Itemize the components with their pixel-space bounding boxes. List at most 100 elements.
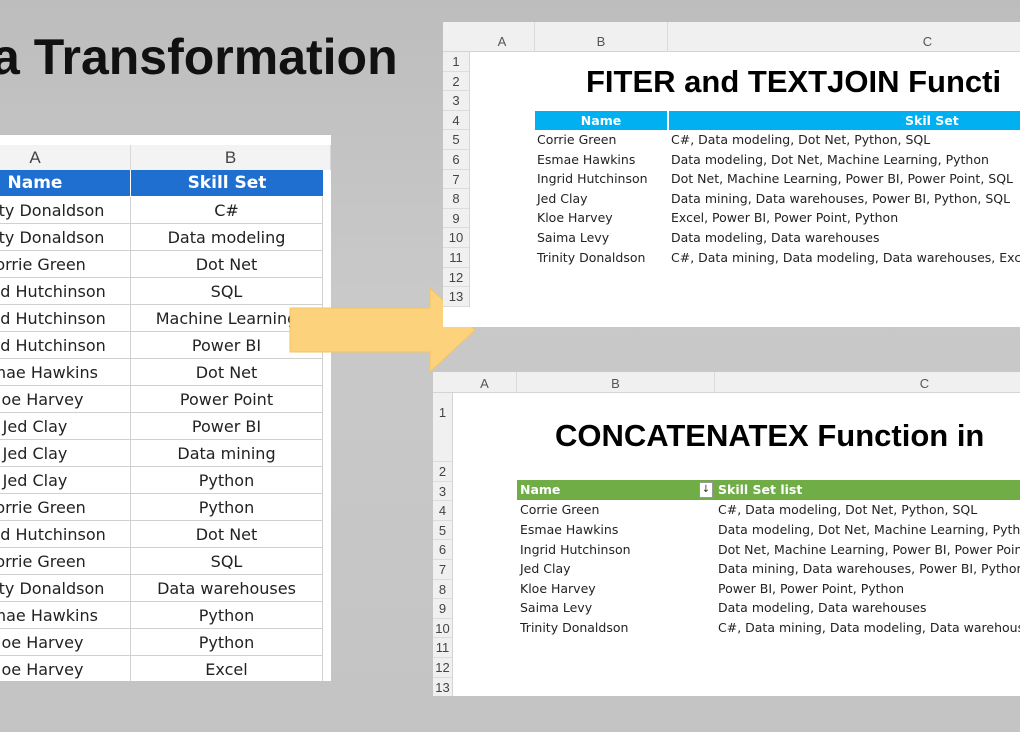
column-header-b[interactable]: B (131, 145, 331, 170)
cell-skills[interactable]: Data modeling, Dot Net, Machine Learning… (671, 150, 989, 170)
cell-skills[interactable]: Data mining, Data warehouses, Power BI, … (671, 189, 1010, 209)
cell-skills[interactable]: Excel, Power BI, Power Point, Python (671, 208, 898, 228)
cell-name[interactable]: Kloe Harvey (0, 386, 131, 413)
cell-skills[interactable]: Data modeling, Data warehouses (671, 228, 879, 248)
column-header-c[interactable]: C (715, 372, 1020, 393)
cell-name[interactable]: Saima Levy (520, 598, 592, 618)
column-header-a[interactable]: A (0, 145, 131, 170)
row-number[interactable]: 7 (443, 169, 470, 190)
row-number[interactable]: 6 (433, 540, 453, 560)
cell-skills[interactable]: C#, Data mining, Data modeling, Data war… (671, 248, 1020, 268)
cell-name[interactable]: Jed Clay (0, 440, 131, 467)
column-header-c[interactable]: C (668, 22, 1020, 52)
cell-name[interactable]: Trinity Donaldson (537, 248, 645, 268)
cell-name[interactable]: Esmae Hawkins (0, 359, 131, 386)
cell-skills[interactable]: Power BI, Power Point, Python (718, 579, 904, 599)
cell-name[interactable]: Jed Clay (0, 467, 131, 494)
cell-name[interactable]: Ingrid Hutchinson (0, 332, 131, 359)
row-number[interactable]: 2 (433, 462, 453, 482)
cell-name[interactable]: Ingrid Hutchinson (0, 521, 131, 548)
cell-name[interactable]: Jed Clay (520, 559, 571, 579)
cell-name[interactable]: Kloe Harvey (0, 629, 131, 656)
cell-name[interactable]: Corrie Green (0, 251, 131, 278)
cell-skills[interactable]: Data modeling, Dot Net, Machine Learning… (718, 520, 1020, 540)
cell-skills[interactable]: Dot Net, Machine Learning, Power BI, Pow… (671, 169, 1013, 189)
row-number[interactable]: 2 (443, 71, 470, 92)
row-number[interactable]: 3 (443, 91, 470, 111)
cell-skills[interactable]: Dot Net, Machine Learning, Power BI, Pow… (718, 540, 1020, 560)
cell-name[interactable]: Ingrid Hutchinson (0, 305, 131, 332)
cell-name[interactable]: Jed Clay (537, 189, 588, 209)
cell-name[interactable]: Saima Levy (537, 228, 609, 248)
cell-skills[interactable]: Data modeling, Data warehouses (718, 598, 926, 618)
row-number[interactable]: 5 (443, 130, 470, 150)
row-number[interactable]: 12 (443, 267, 470, 288)
cell-skills[interactable]: Data mining, Data warehouses, Power BI, … (718, 559, 1020, 579)
cell-skill[interactable]: Data warehouses (131, 575, 323, 602)
cell-skill[interactable]: SQL (131, 548, 323, 575)
cell-name[interactable]: Trinity Donaldson (0, 197, 131, 224)
cell-skill[interactable]: Python (131, 467, 323, 494)
cell-name[interactable]: Ingrid Hutchinson (520, 540, 631, 560)
header-name: Name (535, 111, 668, 130)
row-number[interactable]: 8 (443, 189, 470, 209)
cell-skill[interactable]: Python (131, 494, 323, 521)
row-number[interactable]: 11 (443, 248, 470, 268)
row-number[interactable]: 10 (433, 618, 453, 639)
cell-name[interactable]: Esmae Hawkins (537, 150, 635, 170)
row-number[interactable]: 9 (443, 208, 470, 229)
row-number[interactable]: 10 (443, 228, 470, 248)
cell-skill[interactable]: Dot Net (131, 251, 323, 278)
cell-name[interactable]: Corrie Green (520, 500, 599, 520)
column-header-a[interactable]: A (470, 22, 535, 52)
cell-name[interactable]: Trinity Donaldson (0, 224, 131, 251)
row-number[interactable]: 4 (433, 501, 453, 521)
column-header-b[interactable]: B (517, 372, 715, 393)
row-number[interactable]: 1 (443, 52, 470, 72)
row-number[interactable]: 11 (433, 638, 453, 658)
cell-skills[interactable]: C#, Data modeling, Dot Net, Python, SQL (718, 500, 977, 520)
header-skill-set: Skil Set (669, 111, 1020, 130)
cell-name[interactable]: Kloe Harvey (520, 579, 596, 599)
column-header-b[interactable]: B (535, 22, 668, 52)
cell-name[interactable]: Jed Clay (0, 413, 131, 440)
cell-name[interactable]: Trinity Donaldson (520, 618, 628, 638)
row-number[interactable]: 7 (433, 560, 453, 580)
cell-skill[interactable]: Excel (131, 656, 323, 681)
cell-name[interactable]: Esmae Hawkins (520, 520, 618, 540)
cell-skills[interactable]: C#, Data mining, Data modeling, Data war… (718, 618, 1020, 638)
header-name: Name (517, 480, 715, 500)
row-number[interactable]: 6 (443, 150, 470, 170)
cell-skill[interactable]: Dot Net (131, 521, 323, 548)
cell-skill[interactable]: Power Point (131, 386, 323, 413)
row-number[interactable]: 5 (433, 520, 453, 541)
row-number[interactable]: 8 (433, 579, 453, 600)
cell-name[interactable]: Corrie Green (537, 130, 616, 150)
row-number[interactable]: 13 (443, 287, 470, 307)
row-number[interactable]: 3 (433, 481, 453, 502)
cell-skill[interactable]: Power BI (131, 413, 323, 440)
header-skill-set: Skill Set (131, 170, 323, 196)
cell-name[interactable]: Esmae Hawkins (0, 602, 131, 629)
cell-name[interactable]: Trinity Donaldson (0, 575, 131, 602)
cell-skill[interactable]: Python (131, 629, 323, 656)
cell-name[interactable]: Ingrid Hutchinson (537, 169, 648, 189)
cell-skills[interactable]: C#, Data modeling, Dot Net, Python, SQL (671, 130, 930, 150)
row-number[interactable]: 4 (443, 110, 470, 131)
cell-name[interactable]: Ingrid Hutchinson (0, 278, 131, 305)
cell-name[interactable]: Corrie Green (0, 548, 131, 575)
cell-name[interactable]: Kloe Harvey (537, 208, 613, 228)
cell-skill[interactable]: Data mining (131, 440, 323, 467)
row-number[interactable]: 1 (433, 393, 453, 462)
filter-sort-icon[interactable]: ↓ (699, 482, 713, 498)
row-number[interactable]: 13 (433, 677, 453, 696)
cell-skill[interactable]: Data modeling (131, 224, 323, 251)
textjoin-sheet: A B C 1 2 3 4 5 6 7 8 9 10 11 12 13 FITER and TEXTJO… (443, 22, 1020, 327)
cell-skill[interactable]: Python (131, 602, 323, 629)
cell-name[interactable]: Corrie Green (0, 494, 131, 521)
cell-skill[interactable]: C# (131, 197, 323, 224)
column-header-a[interactable]: A (453, 372, 517, 393)
row-number[interactable]: 12 (433, 658, 453, 678)
row-number[interactable]: 9 (433, 599, 453, 619)
cell-name[interactable]: Kloe Harvey (0, 656, 131, 681)
